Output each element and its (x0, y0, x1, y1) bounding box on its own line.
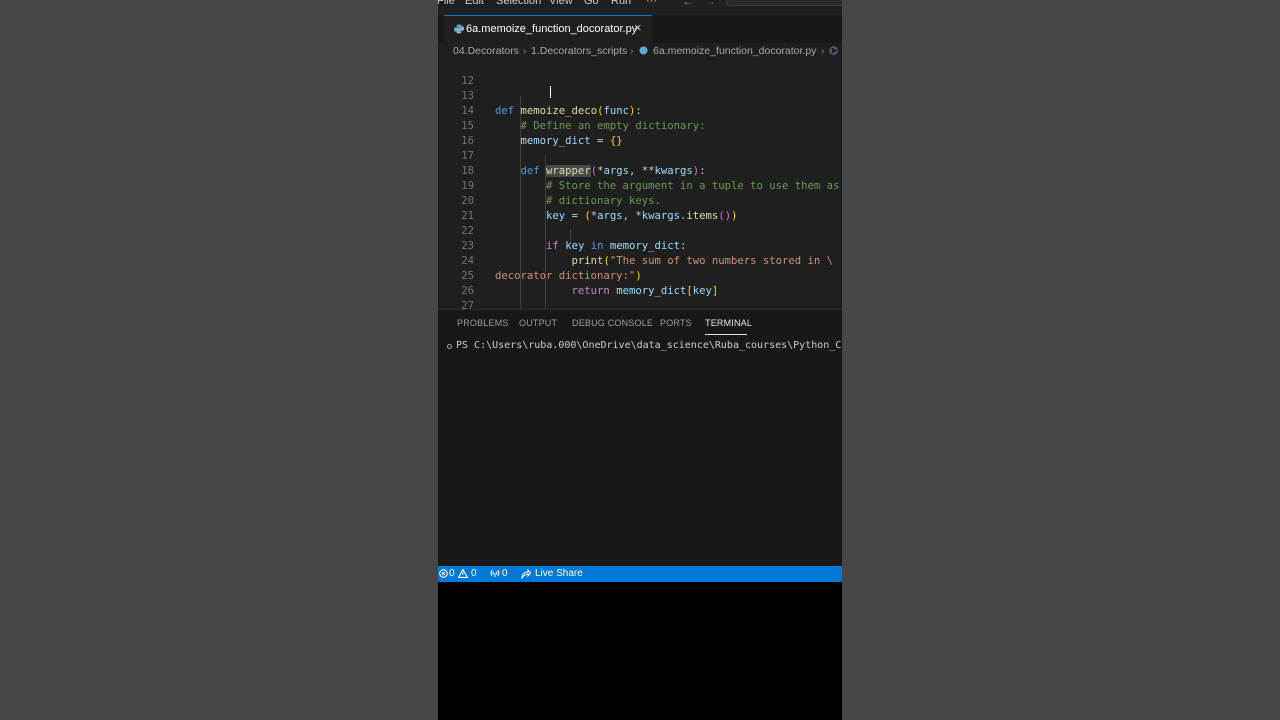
breadcrumb-separator: › (821, 45, 825, 57)
breadcrumb-item-subfolder[interactable]: 1.Decorators_scripts (531, 45, 627, 57)
code-line: 27 result = func(*args, **kwargs) (438, 284, 842, 309)
code-line: 21 (438, 194, 842, 222)
menu-go[interactable]: Go (584, 0, 599, 8)
code-line: 25 return memory_dict[key] (438, 254, 842, 297)
live-share-label[interactable]: Live Share (535, 568, 583, 579)
right-backdrop (842, 0, 1280, 720)
tab-bar: 6a.memoize_function_docorator.py × (438, 15, 842, 43)
status-bar: 0 0 0 Live Share (438, 566, 842, 582)
symbol-method-icon[interactable]: ⌬ (829, 45, 838, 57)
code-line: 14 # Define an empty dictionary: (438, 89, 842, 132)
code-line: 15 memory_dict = {} (438, 104, 842, 147)
menu-run[interactable]: Run (611, 0, 631, 8)
error-count[interactable]: 0 (449, 568, 455, 579)
tab-output[interactable]: OUTPUT (519, 318, 557, 328)
mouse-cursor (550, 86, 551, 98)
tab-problems[interactable]: PROBLEMS (457, 318, 509, 328)
code-line: 28 memory_dict[key] = result (438, 299, 842, 309)
ports-icon[interactable] (490, 569, 500, 578)
code-line: 26 (438, 269, 842, 297)
breadcrumb-separator: › (523, 45, 527, 57)
menu-bar: File Edit Selection View Go Run ··· ← → (438, 0, 842, 9)
ports-count[interactable]: 0 (502, 568, 508, 579)
breadcrumb: 04.Decorators › 1.Decorators_scripts › 6… (438, 43, 842, 59)
breadcrumb-item-file[interactable]: 6a.memoize_function_docorator.py (653, 45, 816, 57)
tab-label: 6a.memoize_function_docorator.py (466, 23, 638, 35)
code-line: 20 key = (*args, *kwargs.items()) (438, 179, 842, 222)
menu-view[interactable]: View (549, 0, 573, 8)
close-icon[interactable]: × (634, 21, 642, 35)
menu-selection[interactable]: Selection (496, 0, 541, 8)
editor-tab[interactable]: 6a.memoize_function_docorator.py × (444, 15, 652, 43)
error-icon[interactable] (439, 569, 448, 578)
menu-edit[interactable]: Edit (465, 0, 484, 8)
code-line: 12 (438, 59, 842, 87)
black-area (438, 582, 842, 720)
python-file-icon (454, 24, 464, 34)
code-editor[interactable]: 12 13 def memoize_deco(func): 14 # Defin… (438, 59, 842, 309)
code-line: 23 print("The sum of two numbers stored … (438, 224, 842, 267)
command-center[interactable] (726, 0, 842, 6)
menu-more[interactable]: ··· (646, 0, 657, 8)
breadcrumb-separator: › (630, 45, 634, 57)
breadcrumb-item-folder[interactable]: 04.Decorators (453, 45, 519, 57)
tab-debug-console[interactable]: DEBUG CONSOLE (572, 318, 653, 328)
live-share-icon[interactable] (521, 569, 531, 579)
code-line: 16 (438, 119, 842, 147)
active-tab-indicator (705, 334, 747, 335)
left-backdrop (0, 0, 438, 720)
code-line: 17 def wrapper(*args, **kwargs): (438, 134, 842, 177)
code-line: 18 # Store the argument in a tuple to us… (438, 149, 842, 192)
tab-ports[interactable]: PORTS (660, 318, 692, 328)
forward-arrow-icon[interactable]: → (704, 0, 716, 8)
vscode-window: File Edit Selection View Go Run ··· ← → … (438, 0, 842, 720)
warning-count[interactable]: 0 (471, 568, 477, 579)
python-file-icon (639, 46, 648, 55)
code-line: 22 if key in memory_dict: (438, 209, 842, 252)
terminal-prompt[interactable]: PS C:\Users\ruba.000\OneDrive\data_scien… (456, 340, 841, 351)
code-line: 19 # dictionary keys. (438, 164, 842, 207)
terminal-decoration-icon (447, 344, 452, 349)
bottom-panel: PROBLEMS OUTPUT DEBUG CONSOLE PORTS TERM… (438, 309, 842, 567)
code-line: 13 def memoize_deco(func): (438, 74, 842, 117)
tab-terminal[interactable]: TERMINAL (705, 318, 752, 328)
menu-file[interactable]: File (438, 0, 455, 8)
code-line: 24 decorator dictionary:") (438, 239, 842, 282)
back-arrow-icon[interactable]: ← (682, 0, 694, 8)
warning-icon[interactable] (458, 569, 468, 578)
